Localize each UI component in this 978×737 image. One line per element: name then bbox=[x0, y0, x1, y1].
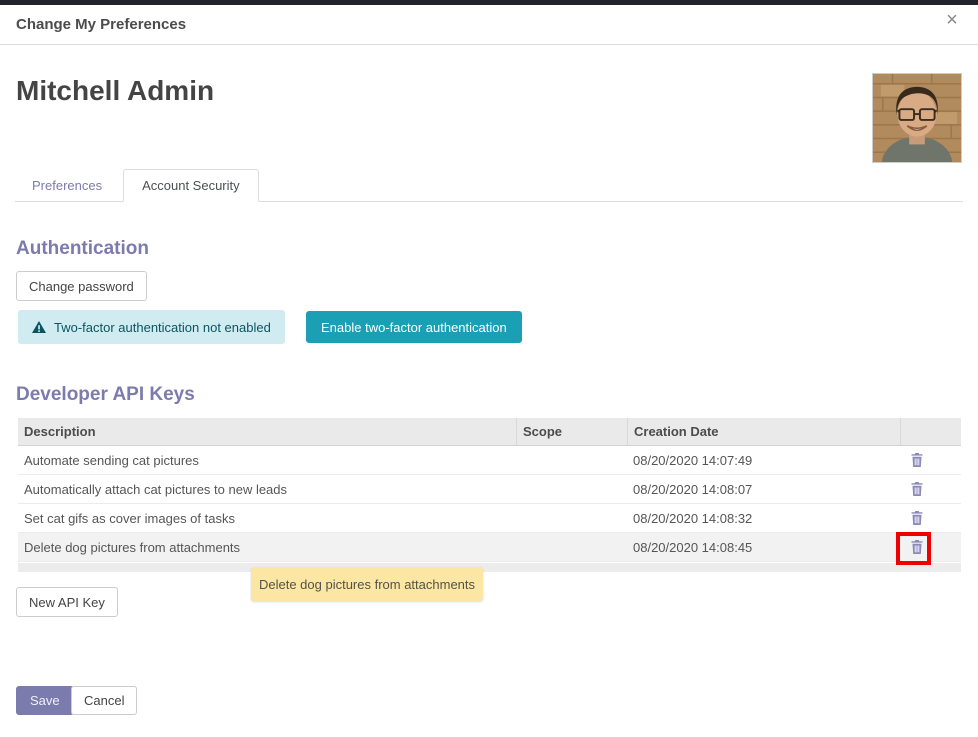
tooltip-text: Delete dog pictures from attachments bbox=[259, 577, 475, 592]
api-keys-heading: Developer API Keys bbox=[16, 384, 195, 406]
delete-api-key-button[interactable] bbox=[908, 480, 926, 498]
close-icon[interactable]: × bbox=[938, 6, 966, 34]
delete-api-key-button[interactable] bbox=[908, 451, 926, 469]
trash-icon bbox=[911, 511, 923, 525]
change-password-button[interactable]: Change password bbox=[16, 271, 147, 301]
tab-bar: Preferences Account Security bbox=[15, 169, 963, 202]
modal-title: Change My Preferences bbox=[16, 16, 186, 33]
cell-scope bbox=[516, 533, 627, 561]
api-keys-table: Description Scope Creation Date Automate… bbox=[18, 418, 961, 562]
cell-actions bbox=[900, 504, 961, 532]
cell-creation-date: 08/20/2020 14:08:07 bbox=[627, 475, 900, 503]
trash-icon bbox=[911, 482, 923, 496]
cell-description: Delete dog pictures from attachments bbox=[18, 533, 516, 561]
table-row[interactable]: Automate sending cat pictures 08/20/2020… bbox=[18, 446, 961, 475]
user-name: Mitchell Admin bbox=[16, 75, 214, 107]
tab-account-security[interactable]: Account Security bbox=[123, 169, 259, 202]
cancel-button[interactable]: Cancel bbox=[71, 686, 137, 715]
tab-preferences[interactable]: Preferences bbox=[15, 169, 119, 202]
table-row[interactable]: Automatically attach cat pictures to new… bbox=[18, 475, 961, 504]
warning-icon bbox=[32, 321, 46, 333]
cell-scope bbox=[516, 446, 627, 474]
column-header-actions bbox=[900, 418, 961, 445]
cell-description: Automate sending cat pictures bbox=[18, 446, 516, 474]
cell-scope bbox=[516, 504, 627, 532]
cell-creation-date: 08/20/2020 14:08:45 bbox=[627, 533, 900, 561]
cell-actions bbox=[900, 475, 961, 503]
avatar-illustration bbox=[873, 74, 961, 162]
user-avatar bbox=[872, 73, 962, 163]
trash-icon bbox=[911, 453, 923, 467]
save-button[interactable]: Save bbox=[16, 686, 74, 715]
trash-icon bbox=[911, 540, 923, 554]
tooltip: Delete dog pictures from attachments bbox=[251, 567, 483, 601]
table-row[interactable]: Set cat gifs as cover images of tasks 08… bbox=[18, 504, 961, 533]
table-header-row: Description Scope Creation Date bbox=[18, 418, 961, 446]
cell-creation-date: 08/20/2020 14:08:32 bbox=[627, 504, 900, 532]
delete-api-key-button[interactable] bbox=[908, 538, 926, 556]
column-header-description[interactable]: Description bbox=[18, 418, 516, 445]
cell-description: Automatically attach cat pictures to new… bbox=[18, 475, 516, 503]
cell-description: Set cat gifs as cover images of tasks bbox=[18, 504, 516, 532]
cell-actions bbox=[900, 533, 961, 561]
cell-actions bbox=[900, 446, 961, 474]
delete-api-key-button[interactable] bbox=[908, 509, 926, 527]
cell-scope bbox=[516, 475, 627, 503]
twofa-status-alert: Two-factor authentication not enabled bbox=[18, 310, 285, 344]
cell-creation-date: 08/20/2020 14:07:49 bbox=[627, 446, 900, 474]
column-header-creation-date[interactable]: Creation Date bbox=[627, 418, 900, 445]
twofa-status-text: Two-factor authentication not enabled bbox=[54, 320, 271, 335]
column-header-scope[interactable]: Scope bbox=[516, 418, 627, 445]
authentication-heading: Authentication bbox=[16, 238, 149, 260]
table-row[interactable]: Delete dog pictures from attachments 08/… bbox=[18, 533, 961, 562]
table-empty-row bbox=[18, 563, 961, 572]
enable-twofa-button[interactable]: Enable two-factor authentication bbox=[306, 311, 522, 343]
new-api-key-button[interactable]: New API Key bbox=[16, 587, 118, 617]
modal-header: Change My Preferences bbox=[0, 5, 978, 45]
